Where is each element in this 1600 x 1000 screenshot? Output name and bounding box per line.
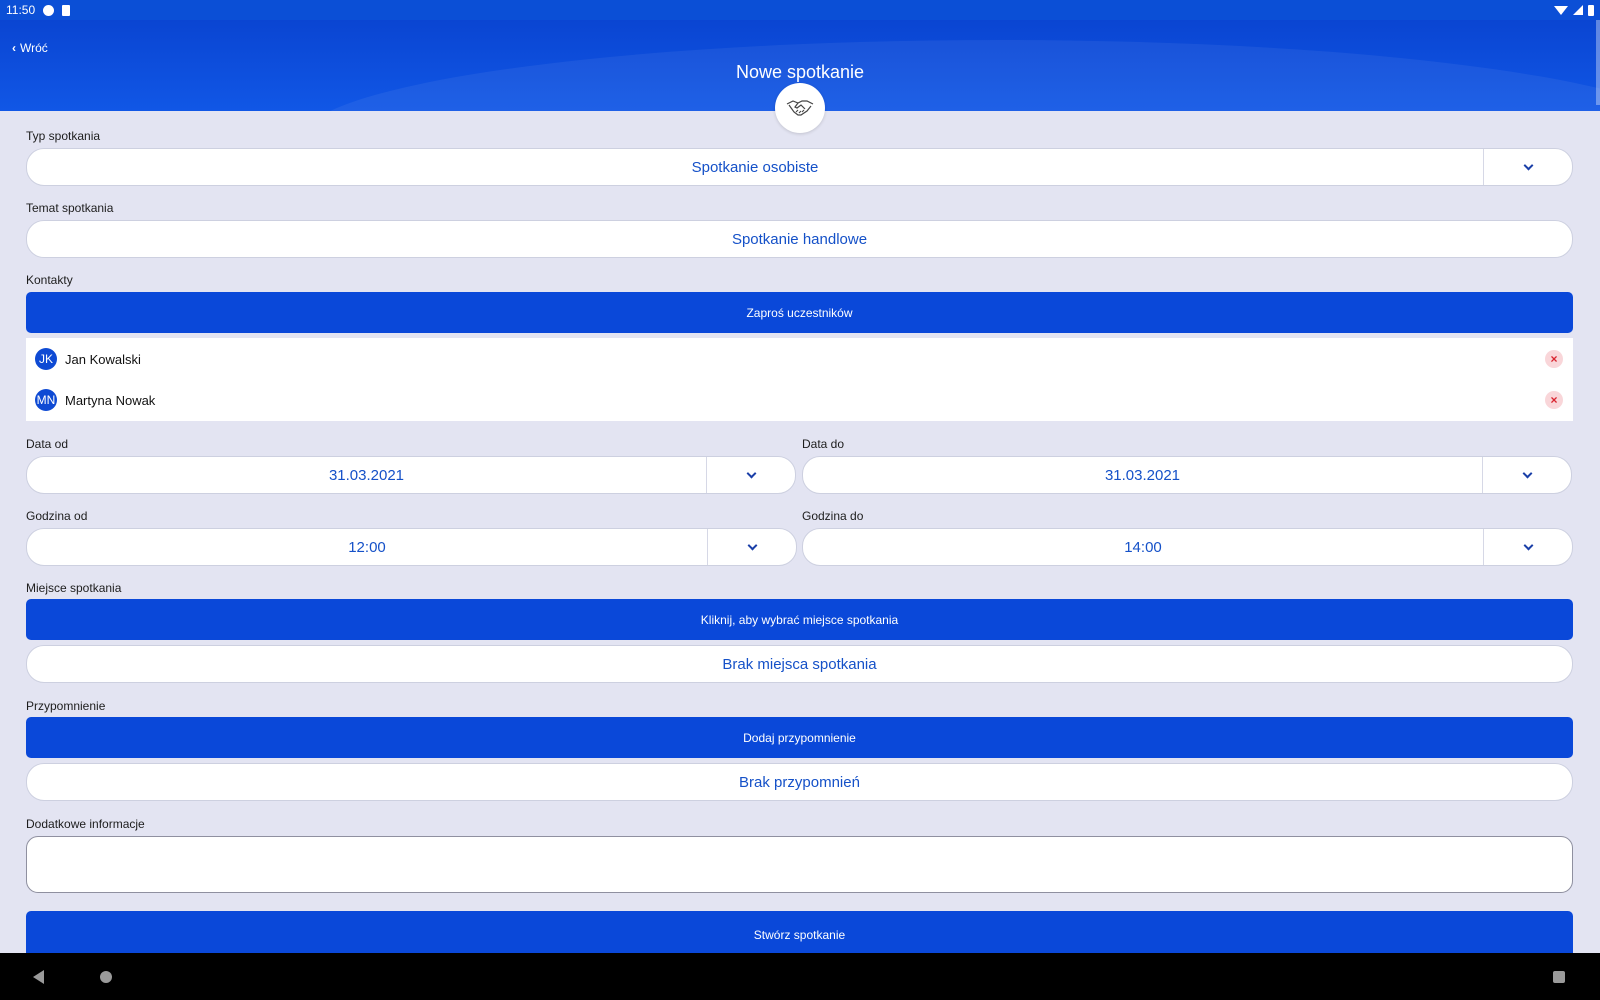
time-to-value: 14:00 xyxy=(1124,538,1162,556)
handshake-icon xyxy=(786,100,814,116)
invite-participants-button[interactable]: Zaproś uczestników xyxy=(26,292,1573,333)
reminder-value: Brak przypomnień xyxy=(739,773,860,791)
add-reminder-button[interactable]: Dodaj przypomnienie xyxy=(26,717,1573,758)
time-to-select[interactable]: 14:00 xyxy=(802,528,1573,566)
contacts-label: Kontakty xyxy=(26,273,73,287)
close-icon: × xyxy=(1550,393,1558,407)
date-from-label: Data od xyxy=(26,437,69,451)
date-from-select[interactable]: 31.03.2021 xyxy=(26,456,796,494)
nav-recent-apps-icon[interactable] xyxy=(1553,971,1565,983)
chevron-down-icon xyxy=(1522,468,1532,478)
meeting-type-dropdown[interactable] xyxy=(1483,149,1572,185)
contact-row[interactable]: JK Jan Kowalski × xyxy=(26,339,1573,379)
scrollbar[interactable] xyxy=(1596,20,1600,105)
create-meeting-label: Stwórz spotkanie xyxy=(753,928,846,942)
date-to-label: Data do xyxy=(802,437,845,451)
status-bar: 11:50 xyxy=(0,0,1600,20)
date-to-dropdown[interactable] xyxy=(1482,457,1571,493)
meeting-type-label: Typ spotkania xyxy=(26,129,101,143)
reminder-field: Brak przypomnień xyxy=(26,763,1573,801)
contact-row[interactable]: MN Martyna Nowak × xyxy=(26,380,1573,420)
location-value: Brak miejsca spotkania xyxy=(722,655,877,673)
time-from-value: 12:00 xyxy=(348,538,386,556)
chevron-down-icon xyxy=(746,468,756,478)
date-to-select[interactable]: 31.03.2021 xyxy=(802,456,1572,494)
meeting-topic-field[interactable]: Spotkanie handlowe xyxy=(26,220,1573,258)
reminder-label: Przypomnienie xyxy=(26,699,106,713)
nav-home-icon[interactable] xyxy=(100,971,112,983)
meeting-topic-label: Temat spotkania xyxy=(26,201,114,215)
close-icon: × xyxy=(1550,352,1558,366)
app-notification-icon xyxy=(43,4,55,16)
time-from-dropdown[interactable] xyxy=(707,529,796,565)
battery-icon xyxy=(1588,4,1594,16)
signal-icon xyxy=(1573,5,1583,15)
remove-contact-button[interactable]: × xyxy=(1545,350,1563,368)
back-button[interactable]: ‹ Wróć xyxy=(12,41,48,55)
contact-name: Jan Kowalski xyxy=(65,351,141,367)
time-to-dropdown[interactable] xyxy=(1483,529,1572,565)
time-to-label: Godzina do xyxy=(802,509,864,523)
chevron-down-icon xyxy=(1523,540,1533,550)
location-field: Brak miejsca spotkania xyxy=(26,645,1573,683)
choose-location-button[interactable]: Kliknij, aby wybrać miejsce spotkania xyxy=(26,599,1573,640)
back-label: Wróć xyxy=(20,41,48,55)
contacts-list: JK Jan Kowalski × MN Martyna Nowak × xyxy=(26,338,1573,421)
page-title: Nowe spotkanie xyxy=(735,62,865,82)
avatar: MN xyxy=(35,389,57,411)
additional-info-textarea[interactable] xyxy=(26,836,1573,893)
create-meeting-button[interactable]: Stwórz spotkanie xyxy=(26,911,1573,954)
header-badge xyxy=(775,83,825,133)
date-to-value: 31.03.2021 xyxy=(1104,466,1181,484)
contact-name: Martyna Nowak xyxy=(65,392,156,408)
remove-contact-button[interactable]: × xyxy=(1545,391,1563,409)
meeting-topic-value: Spotkanie handlowe xyxy=(731,230,868,248)
meeting-type-value: Spotkanie osobiste xyxy=(691,158,819,176)
chevron-down-icon xyxy=(1523,160,1533,170)
chevron-left-icon: ‹ xyxy=(12,41,16,55)
status-time: 11:50 xyxy=(6,3,36,17)
time-from-label: Godzina od xyxy=(26,509,88,523)
chevron-down-icon xyxy=(747,540,757,550)
sd-card-icon xyxy=(62,4,71,16)
date-from-value: 31.03.2021 xyxy=(328,466,405,484)
meeting-type-select[interactable]: Spotkanie osobiste xyxy=(26,148,1573,186)
nav-back-icon[interactable] xyxy=(33,970,44,984)
date-from-dropdown[interactable] xyxy=(706,457,795,493)
time-from-select[interactable]: 12:00 xyxy=(26,528,797,566)
avatar: JK xyxy=(35,348,57,370)
system-nav-bar xyxy=(0,953,1600,1000)
location-label: Miejsce spotkania xyxy=(26,581,122,595)
wifi-icon xyxy=(1554,5,1568,15)
additional-info-label: Dodatkowe informacje xyxy=(26,817,145,831)
